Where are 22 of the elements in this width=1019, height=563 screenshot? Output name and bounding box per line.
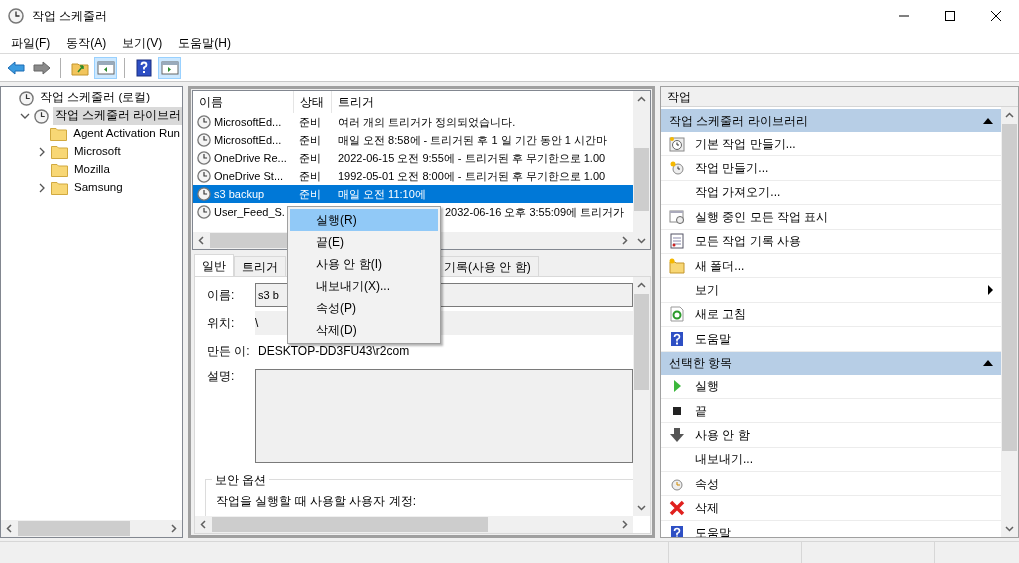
field-label: 위치:	[207, 315, 236, 332]
section-title: 선택한 항목	[669, 355, 734, 372]
field-label: 설명:	[207, 367, 236, 385]
author-value: DESKTOP-DD3FU43\r2com	[257, 342, 411, 360]
task-trigger: 여러 개의 트리거가 정의되었습니다.	[338, 115, 516, 128]
task-trigger: 2032-06-16 오후 3:55:09에 트리거가	[445, 205, 625, 218]
task-trigger: 매일 오전 8:58에 - 트리거된 후 1 일 기간 동안 1 시간마	[338, 133, 607, 146]
field-label: 만든 이:	[207, 342, 251, 360]
window-title: 작업 스케줄러	[32, 8, 108, 25]
section-title: 작업 스케줄러 라이브러리	[669, 112, 809, 130]
pane-title: 작업	[667, 88, 691, 106]
task-status: 준비	[299, 133, 321, 146]
security-text: 작업을 실행할 때 사용할 사용자 계정:	[216, 493, 416, 508]
task-trigger: 1992-05-01 오전 8:00에 - 트리거된 후 무기한으로 1.00	[338, 169, 606, 182]
task-status: 준비	[299, 169, 321, 182]
task-trigger: 2022-06-15 오전 9:55에 - 트리거된 후 무기한으로 1.00	[338, 151, 606, 164]
task-status: 준비	[299, 115, 321, 128]
task-status: 준비	[299, 151, 321, 164]
task-status: 준비	[299, 187, 321, 200]
field-label: 이름:	[207, 287, 236, 304]
location-value: \	[255, 315, 259, 332]
task-trigger: 매일 오전 11:10에	[338, 187, 426, 200]
